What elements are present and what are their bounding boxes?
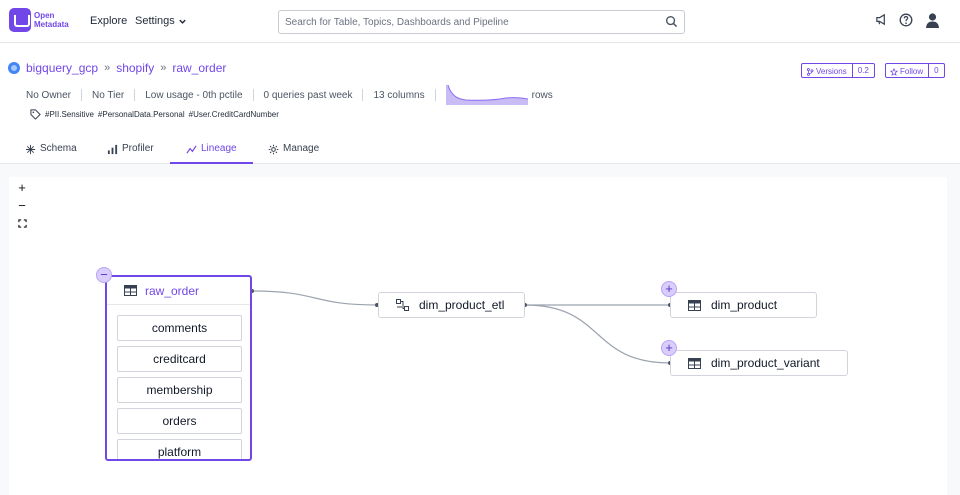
breadcrumb-separator: » [160, 62, 167, 74]
nav-settings-label: Settings [135, 15, 175, 27]
column-item[interactable]: comments [117, 315, 242, 341]
root-node-name: raw_order [145, 283, 200, 298]
nav-settings[interactable]: Settings [135, 15, 187, 27]
lineage-root-node[interactable]: raw_order comments creditcard membership… [105, 275, 252, 461]
tag-chip[interactable]: #User.CreditCardNumber [189, 110, 279, 119]
pipeline-node-name: dim_product_etl [419, 298, 505, 312]
tags-row: #PII.Sensitive #PersonalData.Personal #U… [30, 109, 279, 120]
queries-info: 0 queries past week [263, 89, 353, 101]
divider [362, 89, 364, 101]
tab-label: Lineage [201, 143, 237, 154]
rows-label: rows [531, 89, 553, 101]
edge-etl-to-dim-product-variant [524, 304, 671, 364]
rows-sparkline [445, 85, 528, 105]
megaphone-icon[interactable] [875, 13, 888, 26]
lineage-pipeline-node[interactable]: dim_product_etl [378, 292, 525, 318]
divider [252, 89, 254, 101]
tab-label: Profiler [122, 143, 154, 154]
pipeline-icon [396, 299, 409, 311]
logo-line1: Open [34, 11, 55, 20]
profiler-icon [107, 144, 118, 155]
user-icon[interactable] [925, 12, 940, 28]
follow-label: Follow [900, 67, 924, 76]
column-item[interactable]: orders [117, 408, 242, 434]
column-item[interactable]: platform [117, 439, 242, 459]
tab-label: Schema [40, 143, 77, 154]
versions-label: Versions [816, 67, 847, 76]
breadcrumb-service[interactable]: bigquery_gcp [26, 61, 98, 75]
tag-chip[interactable]: #PII.Sensitive [45, 110, 94, 119]
tab-schema[interactable]: Schema [25, 143, 77, 164]
lineage-downstream-node[interactable]: dim_product_variant [670, 350, 848, 376]
columns-info: 13 columns [373, 89, 425, 101]
search-icon[interactable] [665, 15, 678, 28]
usage-info: Low usage - 0th pctile [145, 89, 243, 101]
nav-explore[interactable]: Explore [90, 15, 127, 27]
table-icon [124, 285, 137, 296]
entity-meta: No Owner No Tier Low usage - 0th pctile … [26, 85, 553, 105]
schema-icon [25, 144, 36, 155]
help-icon[interactable] [899, 13, 913, 27]
root-node-header[interactable]: raw_order [107, 277, 250, 305]
search-input[interactable] [279, 11, 649, 33]
expand-downstream-button[interactable]: + [661, 340, 677, 356]
branch-icon [806, 67, 814, 76]
logo-mark-icon [9, 8, 31, 32]
breadcrumb-database[interactable]: shopify [116, 61, 154, 75]
divider [81, 89, 83, 101]
breadcrumb-separator: » [104, 62, 111, 74]
follow-button[interactable]: Follow 0 [885, 63, 945, 78]
search-box [278, 10, 685, 34]
tab-manage[interactable]: Manage [268, 143, 319, 164]
divider [434, 89, 436, 101]
bigquery-icon [8, 62, 20, 74]
entity-tabs: Schema Profiler Lineage Manage [0, 138, 960, 164]
lineage-panel: + − raw_order comments creditcard member… [0, 164, 960, 495]
tag-icon [30, 109, 41, 120]
gear-icon [268, 144, 279, 155]
lineage-downstream-node[interactable]: dim_product [670, 292, 817, 318]
breadcrumb: bigquery_gcp » shopify » raw_order [8, 61, 226, 75]
versions-value: 0.2 [857, 66, 869, 75]
downstream-node-name: dim_product_variant [711, 356, 820, 370]
tab-label: Manage [283, 143, 320, 154]
top-navbar: Open Metadata Explore Settings [0, 0, 960, 43]
entity-header: bigquery_gcp » shopify » raw_order Versi… [0, 43, 960, 164]
follow-count: 0 [934, 66, 939, 75]
expand-downstream-button[interactable]: + [661, 281, 677, 297]
chevron-down-icon [179, 19, 186, 24]
table-icon [688, 357, 701, 369]
table-icon [688, 299, 701, 311]
tab-profiler[interactable]: Profiler [107, 143, 154, 164]
edge-raw-order-to-etl [251, 290, 379, 306]
tag-chip[interactable]: #PersonalData.Personal [98, 110, 185, 119]
column-item[interactable]: creditcard [117, 346, 242, 372]
downstream-node-name: dim_product [711, 298, 778, 312]
logo-line2: Metadata [34, 20, 69, 29]
versions-button[interactable]: Versions 0.2 [801, 63, 875, 78]
column-item[interactable]: membership [117, 377, 242, 403]
openmetadata-logo[interactable]: Open Metadata [9, 8, 69, 32]
tab-lineage[interactable]: Lineage [170, 143, 253, 164]
lineage-icon [186, 145, 197, 154]
collapse-upstream-button[interactable]: − [96, 267, 112, 283]
breadcrumb-table[interactable]: raw_order [172, 61, 226, 75]
divider [134, 89, 136, 101]
owner-info[interactable]: No Owner [26, 90, 71, 101]
tier-info[interactable]: No Tier [92, 90, 124, 101]
star-icon [890, 67, 898, 76]
